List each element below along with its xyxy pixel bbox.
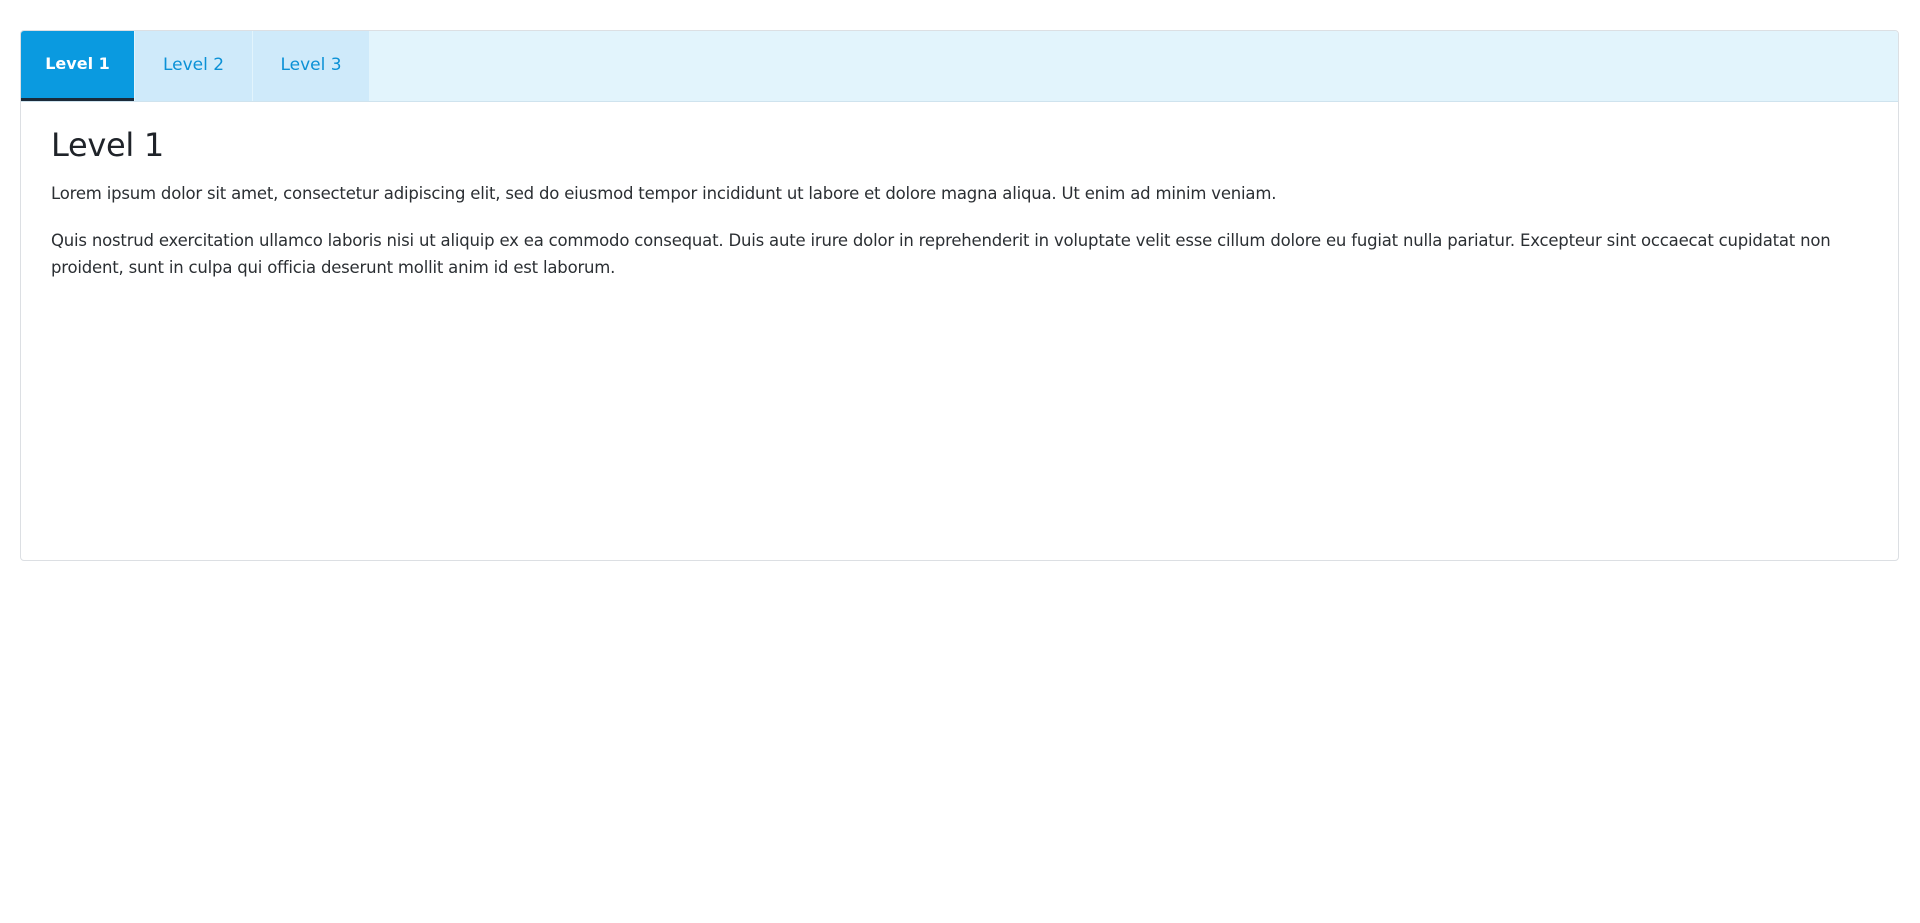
tab-level-1-label: Level 1 — [45, 54, 110, 73]
content-paragraph-2: Quis nostrud exercitation ullamco labori… — [51, 231, 1831, 277]
tab-bar: Level 1 Level 2 Level 3 — [21, 31, 1898, 102]
tab-level-3-label: Level 3 — [280, 55, 342, 75]
tab-panel: Level 1 Level 2 Level 3 Level 1 Lorem ip… — [20, 30, 1899, 561]
content-paragraph-1: Lorem ipsum dolor sit amet, consectetur … — [51, 184, 1277, 203]
tab-level-3[interactable]: Level 3 — [252, 31, 369, 101]
content-title: Level 1 — [51, 126, 164, 164]
tab-level-2-label: Level 2 — [162, 55, 225, 75]
tab-content: Level 1 Lorem ipsum dolor sit amet, cons… — [21, 102, 1898, 281]
tab-level-1[interactable]: Level 1 — [21, 31, 134, 101]
tab-level-2[interactable]: Level 2 — [134, 31, 252, 101]
